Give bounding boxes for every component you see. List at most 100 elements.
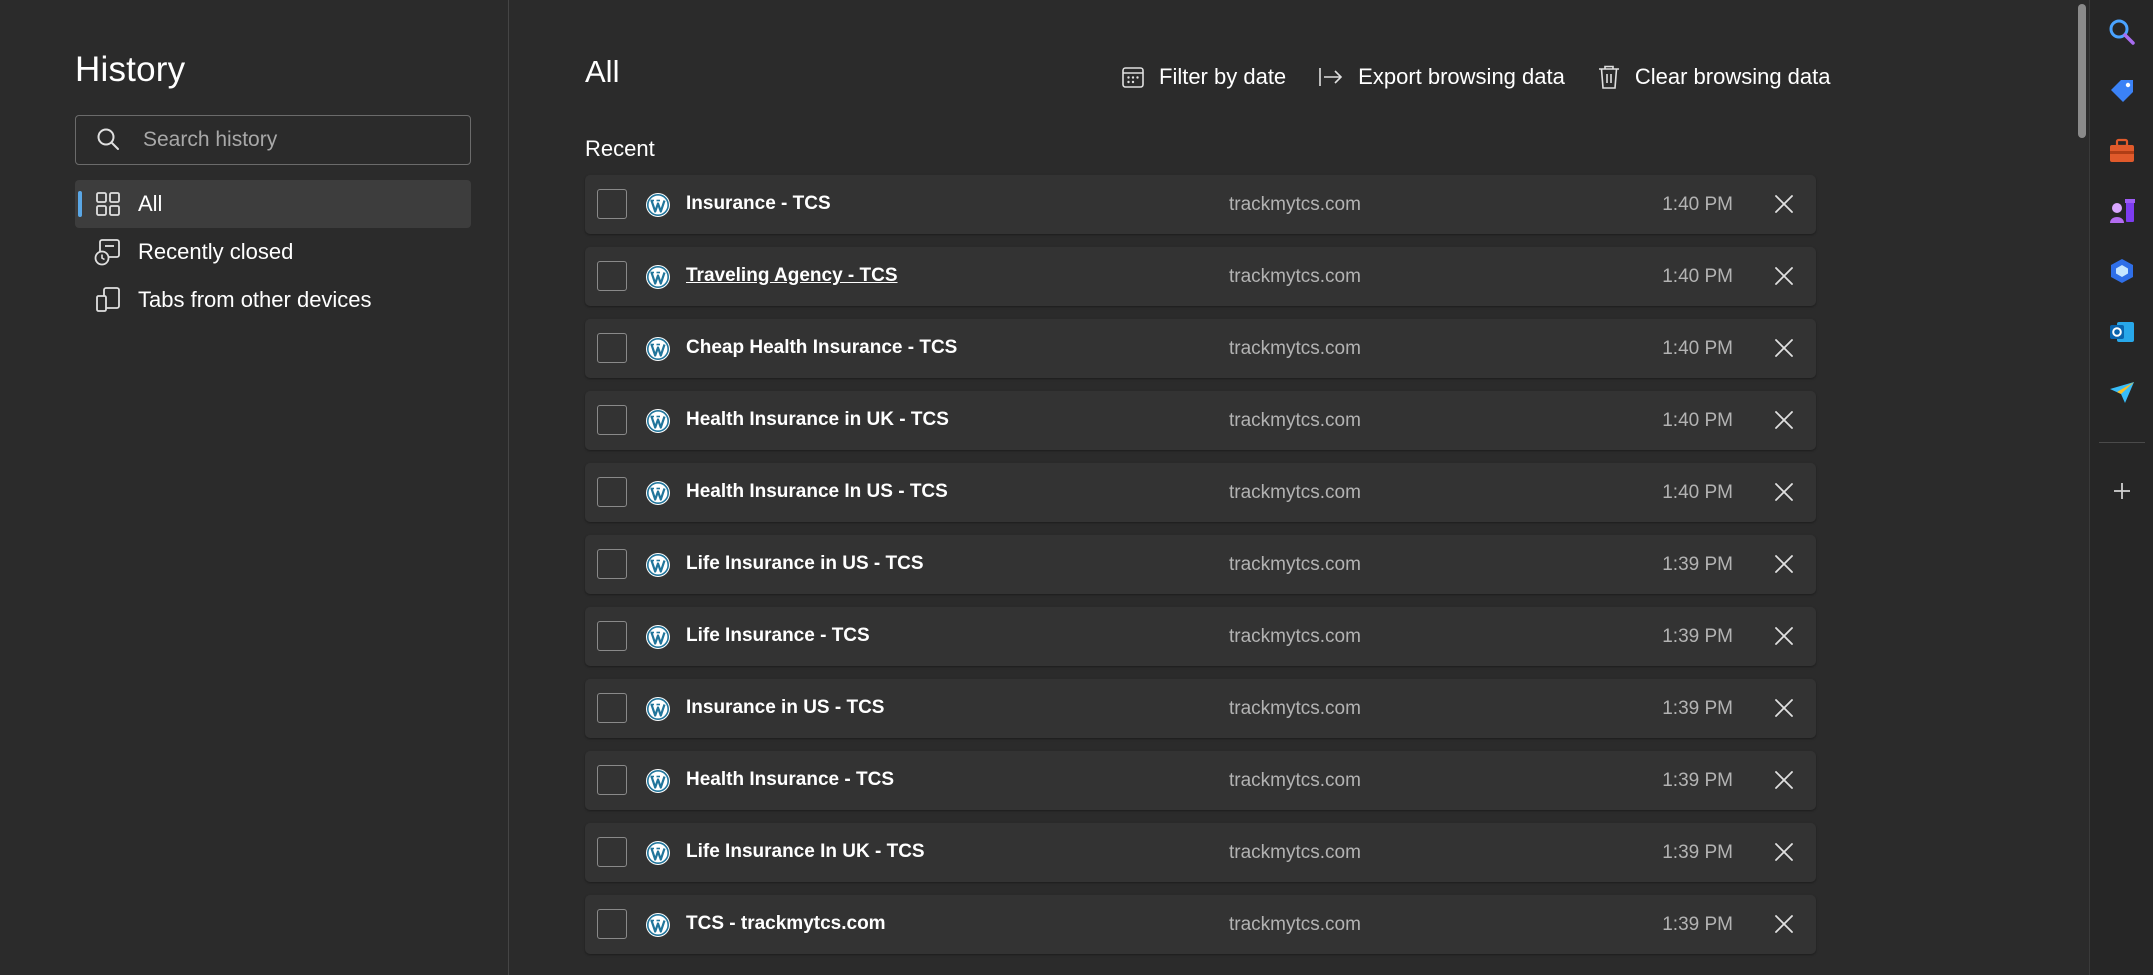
row-checkbox[interactable]: [597, 189, 627, 219]
close-icon[interactable]: [1773, 625, 1795, 647]
history-list: Insurance - TCS trackmytcs.com 1:40 PM T…: [585, 175, 1816, 967]
row-title[interactable]: TCS - trackmytcs.com: [686, 913, 886, 935]
trash-icon: [1598, 65, 1619, 89]
sidebar-item-recently-closed[interactable]: Recently closed: [75, 228, 471, 276]
row-title[interactable]: Traveling Agency - TCS: [686, 265, 898, 287]
search-icon[interactable]: [2107, 17, 2137, 47]
sidebar-divider: [2099, 442, 2145, 443]
page-title: History: [75, 50, 186, 89]
wordpress-icon: [646, 913, 670, 937]
row-domain: trackmytcs.com: [1229, 554, 1361, 575]
close-icon[interactable]: [1773, 481, 1795, 503]
row-title[interactable]: Life Insurance In UK - TCS: [686, 841, 925, 863]
history-sidebar: History All Recently closed: [0, 0, 509, 975]
send-icon[interactable]: [2107, 377, 2137, 407]
calendar-icon: [1122, 67, 1144, 88]
history-row[interactable]: Insurance in US - TCS trackmytcs.com 1:3…: [585, 679, 1816, 738]
row-domain: trackmytcs.com: [1229, 626, 1361, 647]
export-browsing-data-label: Export browsing data: [1358, 64, 1565, 89]
tools-icon[interactable]: [2107, 136, 2137, 166]
row-checkbox[interactable]: [597, 333, 627, 363]
row-checkbox[interactable]: [597, 261, 627, 291]
history-main: All Filter by date Export browsing data: [509, 0, 2069, 975]
row-title[interactable]: Health Insurance - TCS: [686, 769, 894, 791]
row-checkbox[interactable]: [597, 405, 627, 435]
sidebar-item-tabs-other-devices[interactable]: Tabs from other devices: [75, 276, 471, 324]
history-row[interactable]: Life Insurance in US - TCS trackmytcs.co…: [585, 535, 1816, 594]
history-row[interactable]: Health Insurance - TCS trackmytcs.com 1:…: [585, 751, 1816, 810]
row-time: 1:39 PM: [1662, 770, 1733, 791]
row-checkbox[interactable]: [597, 765, 627, 795]
wordpress-icon: [646, 337, 670, 361]
close-icon[interactable]: [1773, 553, 1795, 575]
history-row[interactable]: Life Insurance - TCS trackmytcs.com 1:39…: [585, 607, 1816, 666]
filter-by-date-button[interactable]: Filter by date: [1121, 64, 1286, 90]
history-row[interactable]: Life Insurance In UK - TCS trackmytcs.co…: [585, 823, 1816, 882]
row-title[interactable]: Insurance - TCS: [686, 193, 831, 215]
grid-icon: [96, 192, 120, 216]
row-checkbox[interactable]: [597, 477, 627, 507]
row-domain: trackmytcs.com: [1229, 770, 1361, 791]
section-title: All: [585, 54, 620, 89]
row-checkbox[interactable]: [597, 693, 627, 723]
row-domain: trackmytcs.com: [1229, 842, 1361, 863]
add-icon[interactable]: [2107, 476, 2137, 506]
close-icon[interactable]: [1773, 409, 1795, 431]
close-icon[interactable]: [1773, 841, 1795, 863]
row-domain: trackmytcs.com: [1229, 482, 1361, 503]
row-checkbox[interactable]: [597, 837, 627, 867]
row-title[interactable]: Health Insurance in UK - TCS: [686, 409, 949, 431]
row-title[interactable]: Insurance in US - TCS: [686, 697, 884, 719]
filter-by-date-label: Filter by date: [1159, 64, 1287, 89]
search-box[interactable]: [75, 115, 471, 165]
wordpress-icon: [646, 265, 670, 289]
row-time: 1:39 PM: [1662, 698, 1733, 719]
shopping-tag-icon[interactable]: [2107, 76, 2137, 106]
history-row[interactable]: TCS - trackmytcs.com trackmytcs.com 1:39…: [585, 895, 1816, 954]
row-time: 1:40 PM: [1662, 338, 1733, 359]
wordpress-icon: [646, 841, 670, 865]
close-icon[interactable]: [1773, 337, 1795, 359]
row-title[interactable]: Health Insurance In US - TCS: [686, 481, 948, 503]
wordpress-icon: [646, 409, 670, 433]
row-checkbox[interactable]: [597, 549, 627, 579]
history-row[interactable]: Health Insurance in UK - TCS trackmytcs.…: [585, 391, 1816, 450]
clear-browsing-data-label: Clear browsing data: [1634, 64, 1831, 89]
row-title[interactable]: Life Insurance - TCS: [686, 625, 870, 647]
row-time: 1:39 PM: [1662, 626, 1733, 647]
games-icon[interactable]: [2107, 196, 2137, 226]
history-row[interactable]: Insurance - TCS trackmytcs.com 1:40 PM: [585, 175, 1816, 234]
search-icon: [97, 128, 119, 150]
row-title[interactable]: Cheap Health Insurance - TCS: [686, 337, 957, 359]
scrollbar[interactable]: [2069, 0, 2089, 975]
row-domain: trackmytcs.com: [1229, 266, 1361, 287]
wordpress-icon: [646, 193, 670, 217]
scrollbar-thumb[interactable]: [2078, 4, 2086, 138]
row-title[interactable]: Life Insurance in US - TCS: [686, 553, 924, 575]
close-icon[interactable]: [1773, 193, 1795, 215]
sidebar-item-label: Recently closed: [138, 239, 294, 264]
copilot-icon[interactable]: [2107, 256, 2137, 286]
history-row[interactable]: Traveling Agency - TCS trackmytcs.com 1:…: [585, 247, 1816, 306]
close-icon[interactable]: [1773, 697, 1795, 719]
row-time: 1:39 PM: [1662, 842, 1733, 863]
row-domain: trackmytcs.com: [1229, 194, 1361, 215]
wordpress-icon: [646, 769, 670, 793]
row-domain: trackmytcs.com: [1229, 338, 1361, 359]
clear-browsing-data-button[interactable]: Clear browsing data: [1597, 64, 1831, 90]
close-icon[interactable]: [1773, 265, 1795, 287]
row-checkbox[interactable]: [597, 909, 627, 939]
outlook-icon[interactable]: [2107, 317, 2137, 347]
history-row[interactable]: Cheap Health Insurance - TCS trackmytcs.…: [585, 319, 1816, 378]
search-input[interactable]: [141, 127, 445, 153]
close-icon[interactable]: [1773, 913, 1795, 935]
row-time: 1:40 PM: [1662, 194, 1733, 215]
row-domain: trackmytcs.com: [1229, 698, 1361, 719]
history-row[interactable]: Health Insurance In US - TCS trackmytcs.…: [585, 463, 1816, 522]
sidebar-item-all[interactable]: All: [75, 180, 471, 228]
row-domain: trackmytcs.com: [1229, 410, 1361, 431]
row-checkbox[interactable]: [597, 621, 627, 651]
devices-icon: [96, 287, 120, 312]
export-browsing-data-button[interactable]: Export browsing data: [1318, 64, 1565, 90]
close-icon[interactable]: [1773, 769, 1795, 791]
